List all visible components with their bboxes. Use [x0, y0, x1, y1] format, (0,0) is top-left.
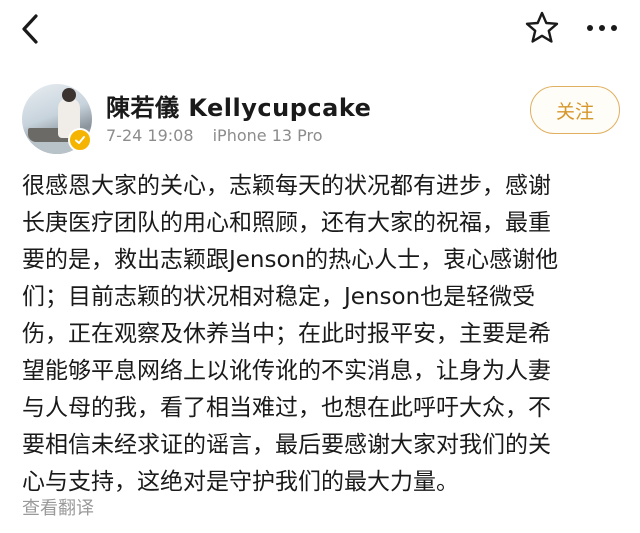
top-actions [524, 10, 620, 46]
more-button[interactable] [584, 10, 620, 46]
content-line: 很感恩大家的关心，志颖每天的状况都有进步，感谢 [22, 173, 551, 199]
translate-link[interactable]: 查看翻译 [22, 494, 94, 520]
star-icon [525, 11, 559, 43]
back-button[interactable] [14, 12, 50, 46]
content-line: 心与支持，这绝对是守护我们的最大力量。 [22, 469, 459, 495]
post-meta: 7-24 19:08 iPhone 13 Pro [106, 126, 323, 145]
content-line: 与人母的我，看了相当难过，也想在此呼吁大众，不 [22, 395, 551, 421]
post-device: iPhone 13 Pro [212, 126, 323, 145]
content-line: 长庚医疗团队的用心和照顾，还有大家的祝福，最重 [22, 210, 551, 236]
content-line: 伤，正在观察及休养当中；在此时报平安，主要是希 [22, 321, 551, 347]
favorite-button[interactable] [524, 10, 560, 46]
content-line: 要相信未经求证的谣言，最后要感谢大家对我们的关 [22, 432, 551, 458]
more-dots-icon [587, 25, 617, 31]
top-bar [0, 0, 640, 58]
follow-button[interactable]: 关注 [530, 86, 620, 134]
content-line: 们；目前志颖的状况相对稳定，Jenson也是轻微受 [22, 284, 536, 310]
username[interactable]: 陳若儀 Kellycupcake [106, 88, 371, 123]
content-line: 望能够平息网络上以讹传讹的不实消息，让身为人妻 [22, 358, 551, 384]
post-content: 很感恩大家的关心，志颖每天的状况都有进步，感谢 长庚医疗团队的用心和照顾，还有大… [22, 168, 622, 501]
weibo-post-page: 陳若儀 Kellycupcake 7-24 19:08 iPhone 13 Pr… [0, 0, 640, 533]
verified-badge-icon [68, 128, 92, 152]
content-line: 要的是，救出志颖跟Jenson的热心人士，衷心感谢他 [22, 247, 559, 273]
post-date: 7-24 19:08 [106, 126, 194, 145]
chevron-left-icon [22, 14, 38, 44]
post-header: 陳若儀 Kellycupcake 7-24 19:08 iPhone 13 Pr… [0, 78, 640, 158]
